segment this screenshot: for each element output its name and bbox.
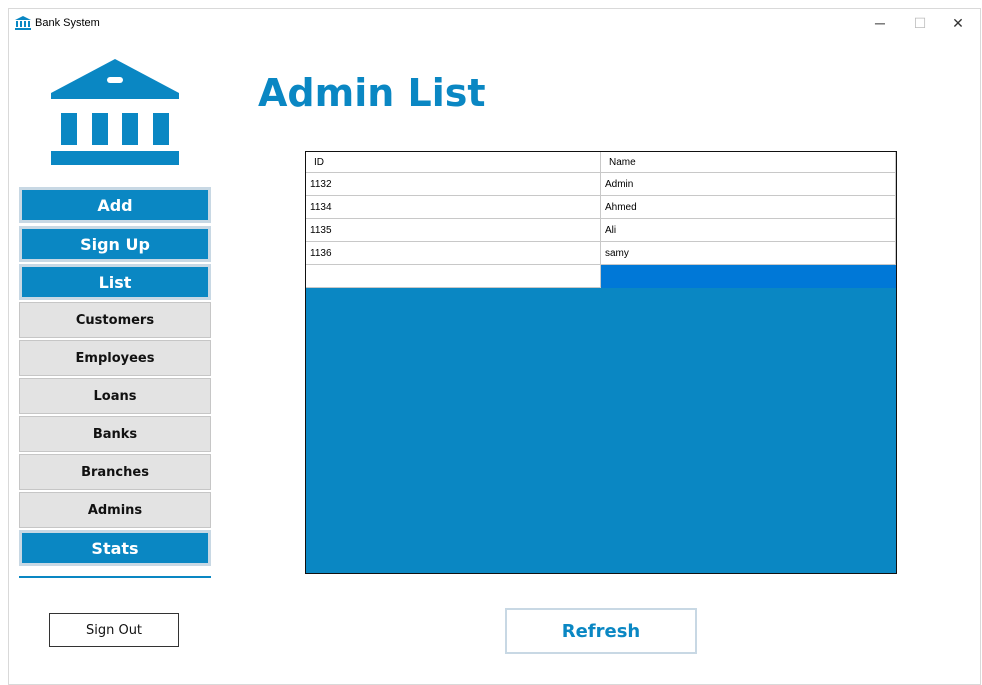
name-cell[interactable]: Ahmed (601, 196, 896, 219)
bank-icon (15, 16, 31, 30)
new-row[interactable] (306, 265, 896, 288)
bank-logo-icon (51, 59, 179, 165)
table-header-row: ID Name (306, 152, 896, 173)
admin-data-grid[interactable]: ID Name 1132 Admin 1134 Ahmed 1135 Ali 1136 samy (305, 151, 897, 574)
sidebar-item-branches[interactable]: Branches (19, 454, 211, 490)
sidebar-divider (19, 576, 211, 578)
sidebar-item-stats[interactable]: Stats (19, 530, 211, 566)
app-window: Bank System ─ ☐ ✕ Add Sign Up List Customer… (8, 8, 981, 685)
id-cell[interactable]: 1134 (306, 196, 601, 219)
table-row[interactable]: 1134 Ahmed (306, 196, 896, 219)
id-cell[interactable]: 1135 (306, 219, 601, 242)
id-input-cell[interactable] (306, 265, 601, 288)
name-cell[interactable]: Ali (601, 219, 896, 242)
sidebar-item-admins[interactable]: Admins (19, 492, 211, 528)
table-row[interactable]: 1136 samy (306, 242, 896, 265)
sidebar-item-banks[interactable]: Banks (19, 416, 211, 452)
sidebar-item-add[interactable]: Add (19, 187, 211, 223)
name-input-cell[interactable] (601, 265, 896, 288)
window-title: Bank System (35, 17, 100, 29)
title-bar: Bank System ─ ☐ ✕ (9, 9, 980, 39)
close-button[interactable]: ✕ (938, 9, 978, 37)
maximize-button[interactable]: ☐ (900, 9, 940, 37)
sidebar-item-list[interactable]: List (19, 264, 211, 300)
sidebar-item-employees[interactable]: Employees (19, 340, 211, 376)
sidebar-item-sign-up[interactable]: Sign Up (19, 226, 211, 262)
name-cell[interactable]: samy (601, 242, 896, 265)
minimize-button[interactable]: ─ (860, 9, 900, 37)
sidebar-item-loans[interactable]: Loans (19, 378, 211, 414)
table-row[interactable]: 1132 Admin (306, 173, 896, 196)
page-title: Admin List (258, 71, 486, 115)
column-header-name[interactable]: Name (601, 152, 896, 173)
refresh-button[interactable]: Refresh (505, 608, 697, 654)
name-cell[interactable]: Admin (601, 173, 896, 196)
sign-out-button[interactable]: Sign Out (49, 613, 179, 647)
column-header-id[interactable]: ID (306, 152, 601, 173)
table-row[interactable]: 1135 Ali (306, 219, 896, 242)
id-cell[interactable]: 1132 (306, 173, 601, 196)
id-cell[interactable]: 1136 (306, 242, 601, 265)
sidebar-item-customers[interactable]: Customers (19, 302, 211, 338)
